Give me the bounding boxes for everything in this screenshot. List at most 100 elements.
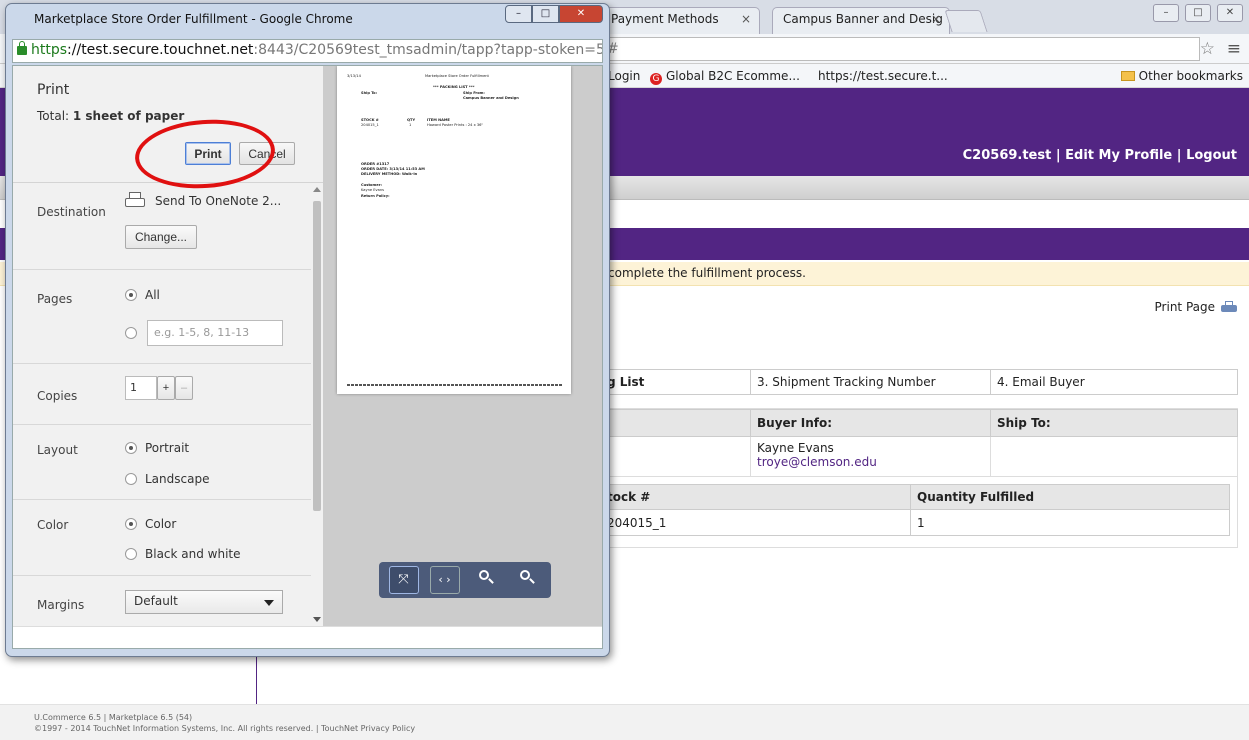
- preview-stock-value: 204015_1: [361, 123, 379, 127]
- radio-unchecked-icon: [125, 548, 137, 560]
- preview-page-number: 3/13/14: [347, 74, 361, 78]
- footer-version: U.Commerce 6.5 | Marketplace 6.5 (54): [34, 713, 193, 722]
- layout-landscape-option[interactable]: Landscape: [125, 472, 209, 486]
- destination-row: Destination Send To OneNote 2... Change.…: [13, 183, 313, 270]
- popup-close-button[interactable]: ✕: [559, 5, 603, 23]
- url-scheme: https: [31, 42, 68, 58]
- new-tab-button[interactable]: [944, 10, 988, 32]
- margins-select[interactable]: Default: [125, 590, 283, 614]
- color-option[interactable]: Color: [125, 517, 176, 531]
- popup-window-controls: – □ ✕: [505, 5, 603, 23]
- settings-scrollbar[interactable]: [311, 183, 323, 626]
- pages-row: Pages All e.g. 1-5, 8, 11-13: [13, 270, 313, 364]
- black-white-option[interactable]: Black and white: [125, 547, 241, 561]
- info-cell-blank: [600, 436, 751, 477]
- qty-fulfilled-header: Quantity Fulfilled: [910, 484, 1230, 510]
- ship-to-header: Ship To:: [990, 409, 1238, 437]
- margins-row: Margins Default: [13, 576, 313, 626]
- layout-portrait-option[interactable]: Portrait: [125, 441, 189, 455]
- tab-close-icon[interactable]: ×: [741, 12, 751, 26]
- chevron-down-icon: [264, 600, 274, 606]
- other-bookmarks-label: Other bookmarks: [1138, 69, 1243, 83]
- pages-custom-option[interactable]: [125, 326, 145, 340]
- preview-ship-to: Ship To:: [361, 91, 378, 95]
- margins-label: Margins: [37, 598, 85, 612]
- bookmark-label: Global B2C Ecomme...: [666, 69, 800, 83]
- lock-icon: [17, 41, 27, 55]
- scroll-up-arrow-icon[interactable]: [313, 187, 321, 192]
- radio-unchecked-icon: [125, 473, 137, 485]
- preview-zoom-toolbar: ⤧ ‹ ›: [379, 562, 551, 598]
- fulfillment-steps: g List 3. Shipment Tracking Number 4. Em…: [600, 369, 1238, 395]
- minimize-button[interactable]: –: [1153, 4, 1179, 22]
- tab-campus-banner[interactable]: Campus Banner and Desig ×: [772, 7, 950, 34]
- bookmark-login[interactable]: Login: [608, 69, 640, 83]
- info-header-blank: [600, 409, 751, 437]
- buyer-info-header: Buyer Info:: [750, 409, 991, 437]
- preview-delivery-method: DELIVERY METHOD: Walk-In: [361, 172, 418, 176]
- other-bookmarks[interactable]: Other bookmarks: [1120, 69, 1243, 83]
- copies-increment-button[interactable]: +: [157, 376, 175, 400]
- tab-close-icon[interactable]: ×: [931, 12, 941, 26]
- url-path: :8443/C20569test_tmsadmin/tapp?tapp-stok…: [253, 42, 603, 58]
- pages-range-input[interactable]: e.g. 1-5, 8, 11-13: [147, 320, 283, 346]
- fit-to-page-button[interactable]: ⤧: [388, 566, 419, 594]
- separator: |: [1172, 148, 1187, 163]
- buyer-info-cell: Kayne Evans troye@clemson.edu: [750, 436, 991, 477]
- edit-profile-link[interactable]: Edit My Profile: [1065, 148, 1172, 163]
- change-destination-button[interactable]: Change...: [125, 225, 197, 249]
- pages-all-option[interactable]: All: [125, 288, 160, 302]
- preview-store-name: Campus Banner and Design: [463, 96, 519, 100]
- layout-label: Layout: [37, 443, 78, 457]
- total-value: 1 sheet of paper: [72, 109, 185, 123]
- copies-value: 1: [130, 381, 137, 394]
- close-button[interactable]: ✕: [1217, 4, 1243, 22]
- color-option-label: Color: [145, 517, 177, 531]
- preview-header: Marketplace Store Order Fulfillment: [425, 74, 489, 78]
- tab-label: Campus Banner and Desig: [783, 12, 943, 26]
- preview-qty-value: 1: [409, 123, 412, 127]
- zoom-out-button[interactable]: [471, 566, 501, 594]
- site-footer: U.Commerce 6.5 | Marketplace 6.5 (54) ©1…: [0, 704, 1249, 740]
- radio-unchecked-icon: [125, 327, 137, 339]
- ship-to-cell: [990, 436, 1238, 477]
- print-popup-window: Marketplace Store Order Fulfillment - Go…: [5, 3, 610, 657]
- copies-input[interactable]: 1: [125, 376, 157, 400]
- printer-icon: [1221, 301, 1237, 313]
- landscape-label: Landscape: [145, 472, 210, 486]
- destination-label: Destination: [37, 205, 106, 219]
- step-tracking-number[interactable]: 3. Shipment Tracking Number: [750, 369, 991, 395]
- scroll-down-arrow-icon[interactable]: [313, 617, 321, 622]
- buyer-email-link[interactable]: troye@clemson.edu: [757, 455, 877, 469]
- folder-icon: [1120, 71, 1135, 81]
- preview-item-value: Howard Poster Prints : 24 x 36": [427, 123, 484, 127]
- step-packing-list[interactable]: g List: [600, 369, 751, 395]
- step-email-buyer[interactable]: 4. Email Buyer: [990, 369, 1238, 395]
- bookmark-global-b2c[interactable]: G Global B2C Ecomme...: [650, 69, 800, 85]
- copies-decrement-button[interactable]: –: [175, 376, 193, 400]
- bookmark-touchnet[interactable]: https://test.secure.t...: [818, 69, 948, 83]
- scrollbar-thumb[interactable]: [313, 201, 321, 511]
- copies-row: Copies 1 + –: [13, 364, 313, 425]
- color-row: Color Color Black and white: [13, 500, 313, 576]
- menu-icon[interactable]: ≡: [1227, 41, 1241, 58]
- print-page-link[interactable]: Print Page: [1155, 300, 1237, 314]
- logout-link[interactable]: Logout: [1186, 148, 1237, 163]
- preview-stock-col: STOCK #: [361, 118, 379, 122]
- total-prefix: Total:: [37, 109, 73, 123]
- preview-footer-url: [347, 384, 563, 386]
- tab-payment-methods[interactable]: Payment Methods ×: [600, 7, 760, 34]
- destination-value: Send To OneNote 2...: [155, 194, 282, 208]
- popup-address-bar[interactable]: https://test.secure.touchnet.net:8443/C2…: [12, 39, 603, 63]
- fit-to-width-button[interactable]: ‹ ›: [429, 566, 460, 594]
- pages-label: Pages: [37, 292, 73, 306]
- bookmark-star-icon[interactable]: ☆: [1200, 41, 1215, 58]
- zoom-in-button[interactable]: [512, 566, 542, 594]
- print-total: Total: 1 sheet of paper: [37, 109, 184, 123]
- portrait-label: Portrait: [145, 441, 190, 455]
- address-bar[interactable]: #: [600, 37, 1200, 61]
- popup-minimize-button[interactable]: –: [505, 5, 532, 23]
- popup-titlebar[interactable]: Marketplace Store Order Fulfillment - Go…: [6, 4, 609, 34]
- popup-maximize-button[interactable]: □: [532, 5, 559, 23]
- maximize-button[interactable]: □: [1185, 4, 1211, 22]
